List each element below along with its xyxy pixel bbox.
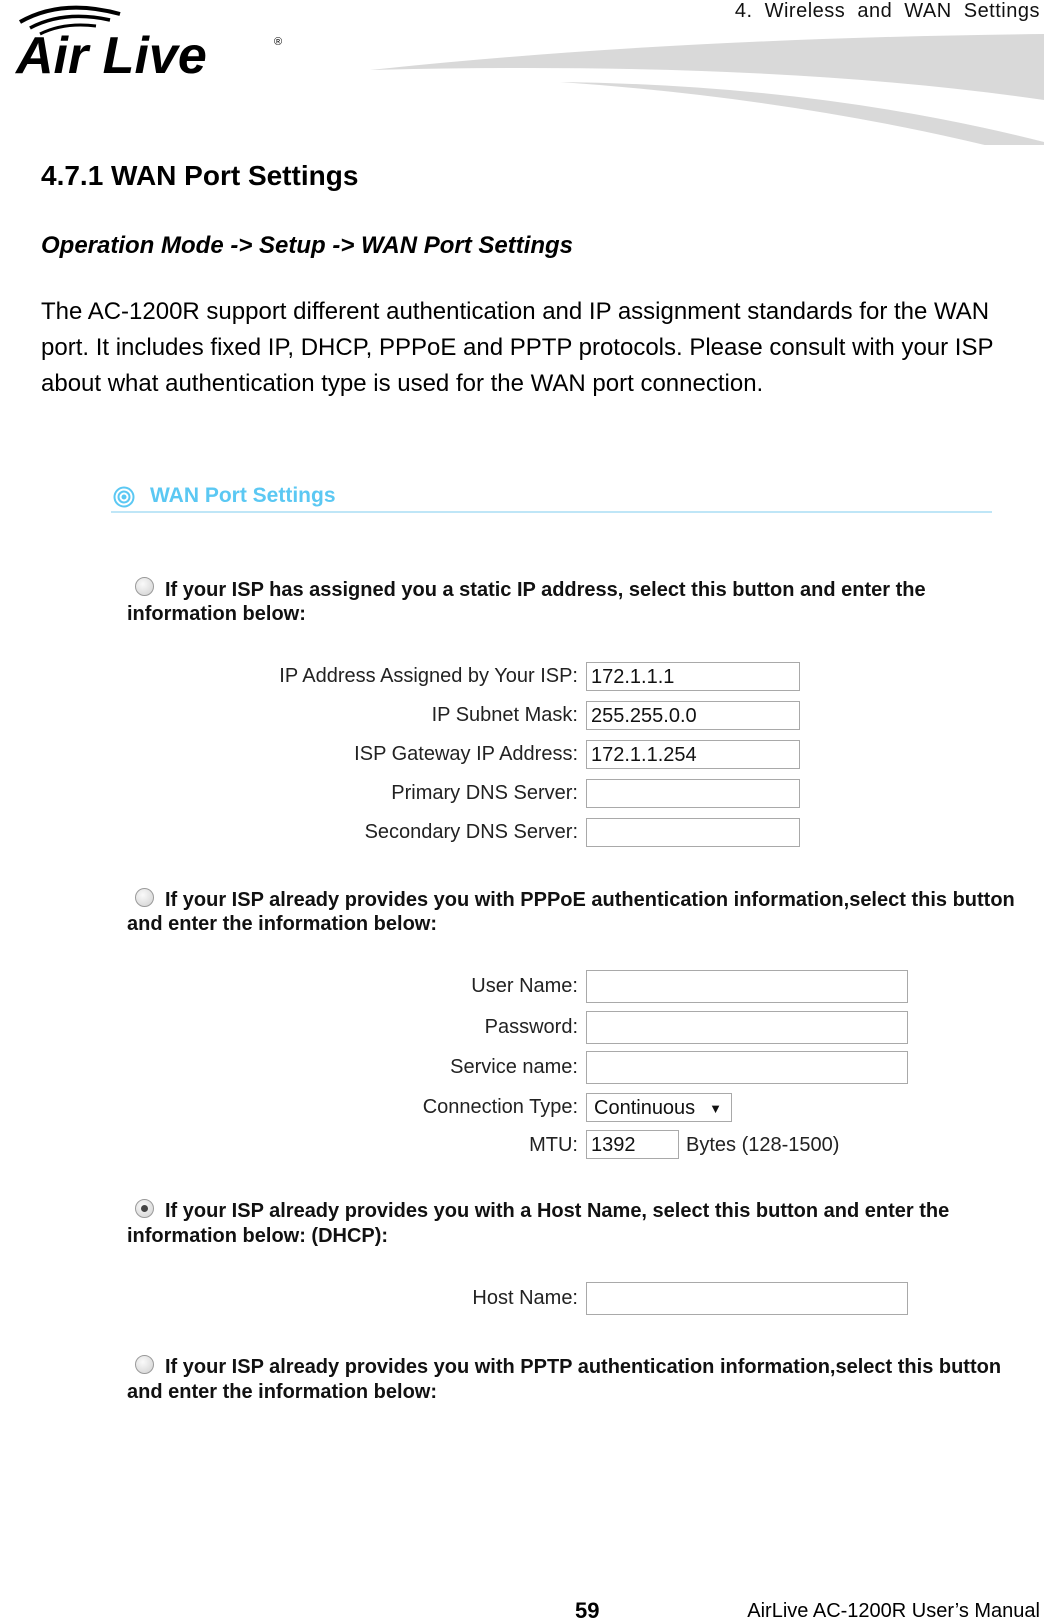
host-name-input[interactable] — [586, 1282, 908, 1315]
username-input[interactable] — [586, 970, 908, 1003]
target-icon — [113, 486, 135, 508]
subnet-mask-input[interactable]: 255.255.0.0 — [586, 701, 800, 730]
secondary-dns-label: Secondary DNS Server: — [364, 821, 578, 843]
secondary-dns-input[interactable] — [586, 818, 800, 847]
page-number: 59 — [575, 1598, 600, 1622]
connection-type-value: Continuous — [594, 1097, 696, 1119]
ip-address-label: IP Address Assigned by Your ISP: — [279, 665, 578, 687]
paragraph-line: The AC-1200R support different authentic… — [41, 298, 990, 325]
primary-dns-input[interactable] — [586, 779, 800, 808]
service-name-input[interactable] — [586, 1051, 908, 1084]
service-name-label: Service name: — [450, 1056, 578, 1078]
static-ip-option-text: information below: — [127, 603, 306, 625]
gateway-input[interactable]: 172.1.1.254 — [586, 740, 800, 769]
pptp-option-text: and enter the information below: — [127, 1381, 438, 1403]
chapter-header: 4. Wireless and WAN Settings — [734, 0, 1040, 22]
dhcp-radio[interactable] — [135, 1199, 154, 1218]
title-divider — [111, 511, 992, 513]
username-label: User Name: — [471, 975, 578, 997]
primary-dns-label: Primary DNS Server: — [391, 782, 578, 804]
subnet-mask-label: IP Subnet Mask: — [431, 704, 578, 726]
connection-type-select[interactable]: Continuous ▼ — [586, 1093, 732, 1122]
pptp-radio[interactable] — [135, 1355, 154, 1374]
connection-type-label: Connection Type: — [422, 1096, 578, 1118]
mtu-unit: Bytes (128-1500) — [686, 1134, 840, 1156]
password-input[interactable] — [586, 1011, 908, 1044]
mtu-label: MTU: — [529, 1134, 578, 1156]
static-ip-radio[interactable] — [135, 577, 154, 596]
password-label: Password: — [484, 1016, 578, 1038]
mtu-input[interactable]: 1392 — [586, 1130, 679, 1159]
host-name-label: Host Name: — [472, 1287, 578, 1309]
static-ip-option-text: If your ISP has assigned you a static IP… — [165, 579, 926, 601]
paragraph-line: about what authentication type is used f… — [41, 370, 764, 397]
panel-title: WAN Port Settings — [150, 484, 336, 507]
svg-text:®: ® — [274, 36, 282, 48]
header-swoosh — [370, 34, 1044, 145]
pppoe-radio[interactable] — [135, 888, 154, 907]
dhcp-option-text: information below: (DHCP): — [127, 1225, 389, 1247]
svg-text:Air Live: Air Live — [14, 27, 207, 80]
section-heading: 4.7.1 WAN Port Settings — [41, 160, 359, 191]
paragraph-line: port. It includes fixed IP, DHCP, PPPoE … — [41, 334, 994, 361]
manual-page: 4. Wireless and WAN Settings Air Live ® … — [0, 0, 1044, 1622]
pptp-option-text: If your ISP already provides you with PP… — [165, 1356, 1002, 1378]
manual-title: AirLive AC-1200R User’s Manual — [747, 1600, 1040, 1622]
dhcp-option-text: If your ISP already provides you with a … — [165, 1200, 950, 1222]
pppoe-option-text: and enter the information below: — [127, 913, 438, 935]
menu-path: Operation Mode -> Setup -> WAN Port Sett… — [41, 232, 574, 259]
dropdown-arrow-icon: ▼ — [709, 1101, 722, 1116]
gateway-label: ISP Gateway IP Address: — [354, 743, 578, 765]
pppoe-option-text: If your ISP already provides you with PP… — [165, 889, 1015, 911]
ip-address-input[interactable]: 172.1.1.1 — [586, 662, 800, 691]
airlive-logo: Air Live ® — [14, 5, 282, 80]
